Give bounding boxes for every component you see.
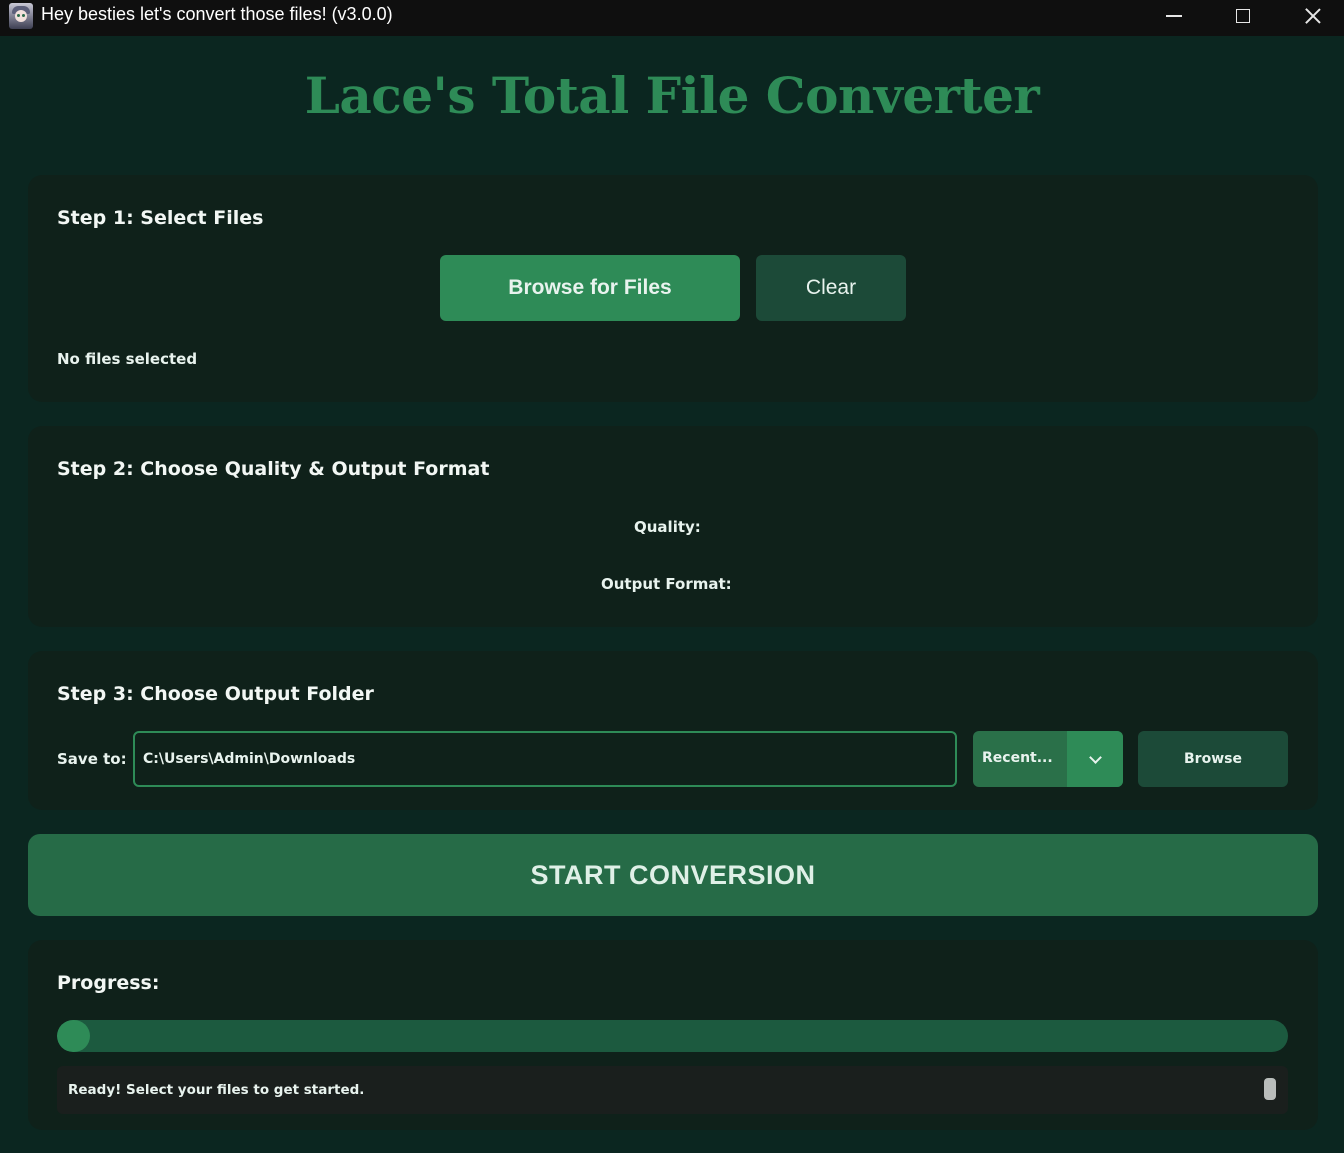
quality-label: Quality: [634, 518, 701, 536]
minimize-button[interactable] [1139, 0, 1209, 32]
maximize-button[interactable] [1208, 0, 1278, 32]
close-button[interactable] [1278, 0, 1344, 32]
progress-title: Progress: [57, 972, 160, 994]
browse-folder-button[interactable]: Browse [1138, 731, 1288, 787]
progress-panel: Progress: Ready! Select your files to ge… [28, 940, 1318, 1130]
start-conversion-button[interactable]: START CONVERSION [28, 834, 1318, 916]
window-title: Hey besties let's convert those files! (… [41, 4, 393, 24]
close-icon [1305, 8, 1321, 24]
app-icon [9, 3, 33, 29]
status-scrollbar[interactable] [1264, 1078, 1276, 1100]
recent-folders-dropdown[interactable]: Recent... [973, 731, 1123, 787]
dropdown-arrow-button[interactable] [1067, 731, 1123, 787]
save-to-label: Save to: [57, 750, 127, 768]
title-bar: Hey besties let's convert those files! (… [0, 0, 1344, 36]
progress-bar [57, 1020, 1288, 1052]
step2-title: Step 2: Choose Quality & Output Format [57, 458, 490, 480]
step3-title: Step 3: Choose Output Folder [57, 683, 374, 705]
step3-panel: Step 3: Choose Output Folder Save to: Re… [28, 651, 1318, 810]
files-status-label: No files selected [57, 350, 198, 368]
browse-files-button[interactable]: Browse for Files [440, 255, 740, 321]
clear-button[interactable]: Clear [756, 255, 906, 321]
maximize-icon [1236, 9, 1250, 23]
step1-title: Step 1: Select Files [57, 207, 264, 229]
step2-panel: Step 2: Choose Quality & Output Format Q… [28, 426, 1318, 627]
chevron-down-icon [1088, 750, 1102, 764]
step1-panel: Step 1: Select Files Browse for Files Cl… [28, 175, 1318, 402]
app-heading: Lace's Total File Converter [304, 66, 1040, 125]
status-text: Ready! Select your files to get started. [68, 1082, 365, 1098]
minimize-icon [1166, 15, 1182, 17]
output-format-label: Output Format: [601, 575, 732, 593]
recent-folders-label: Recent... [982, 750, 1053, 766]
progress-bar-fill [57, 1020, 91, 1052]
output-path-input[interactable] [133, 731, 957, 787]
status-log: Ready! Select your files to get started. [57, 1066, 1288, 1114]
